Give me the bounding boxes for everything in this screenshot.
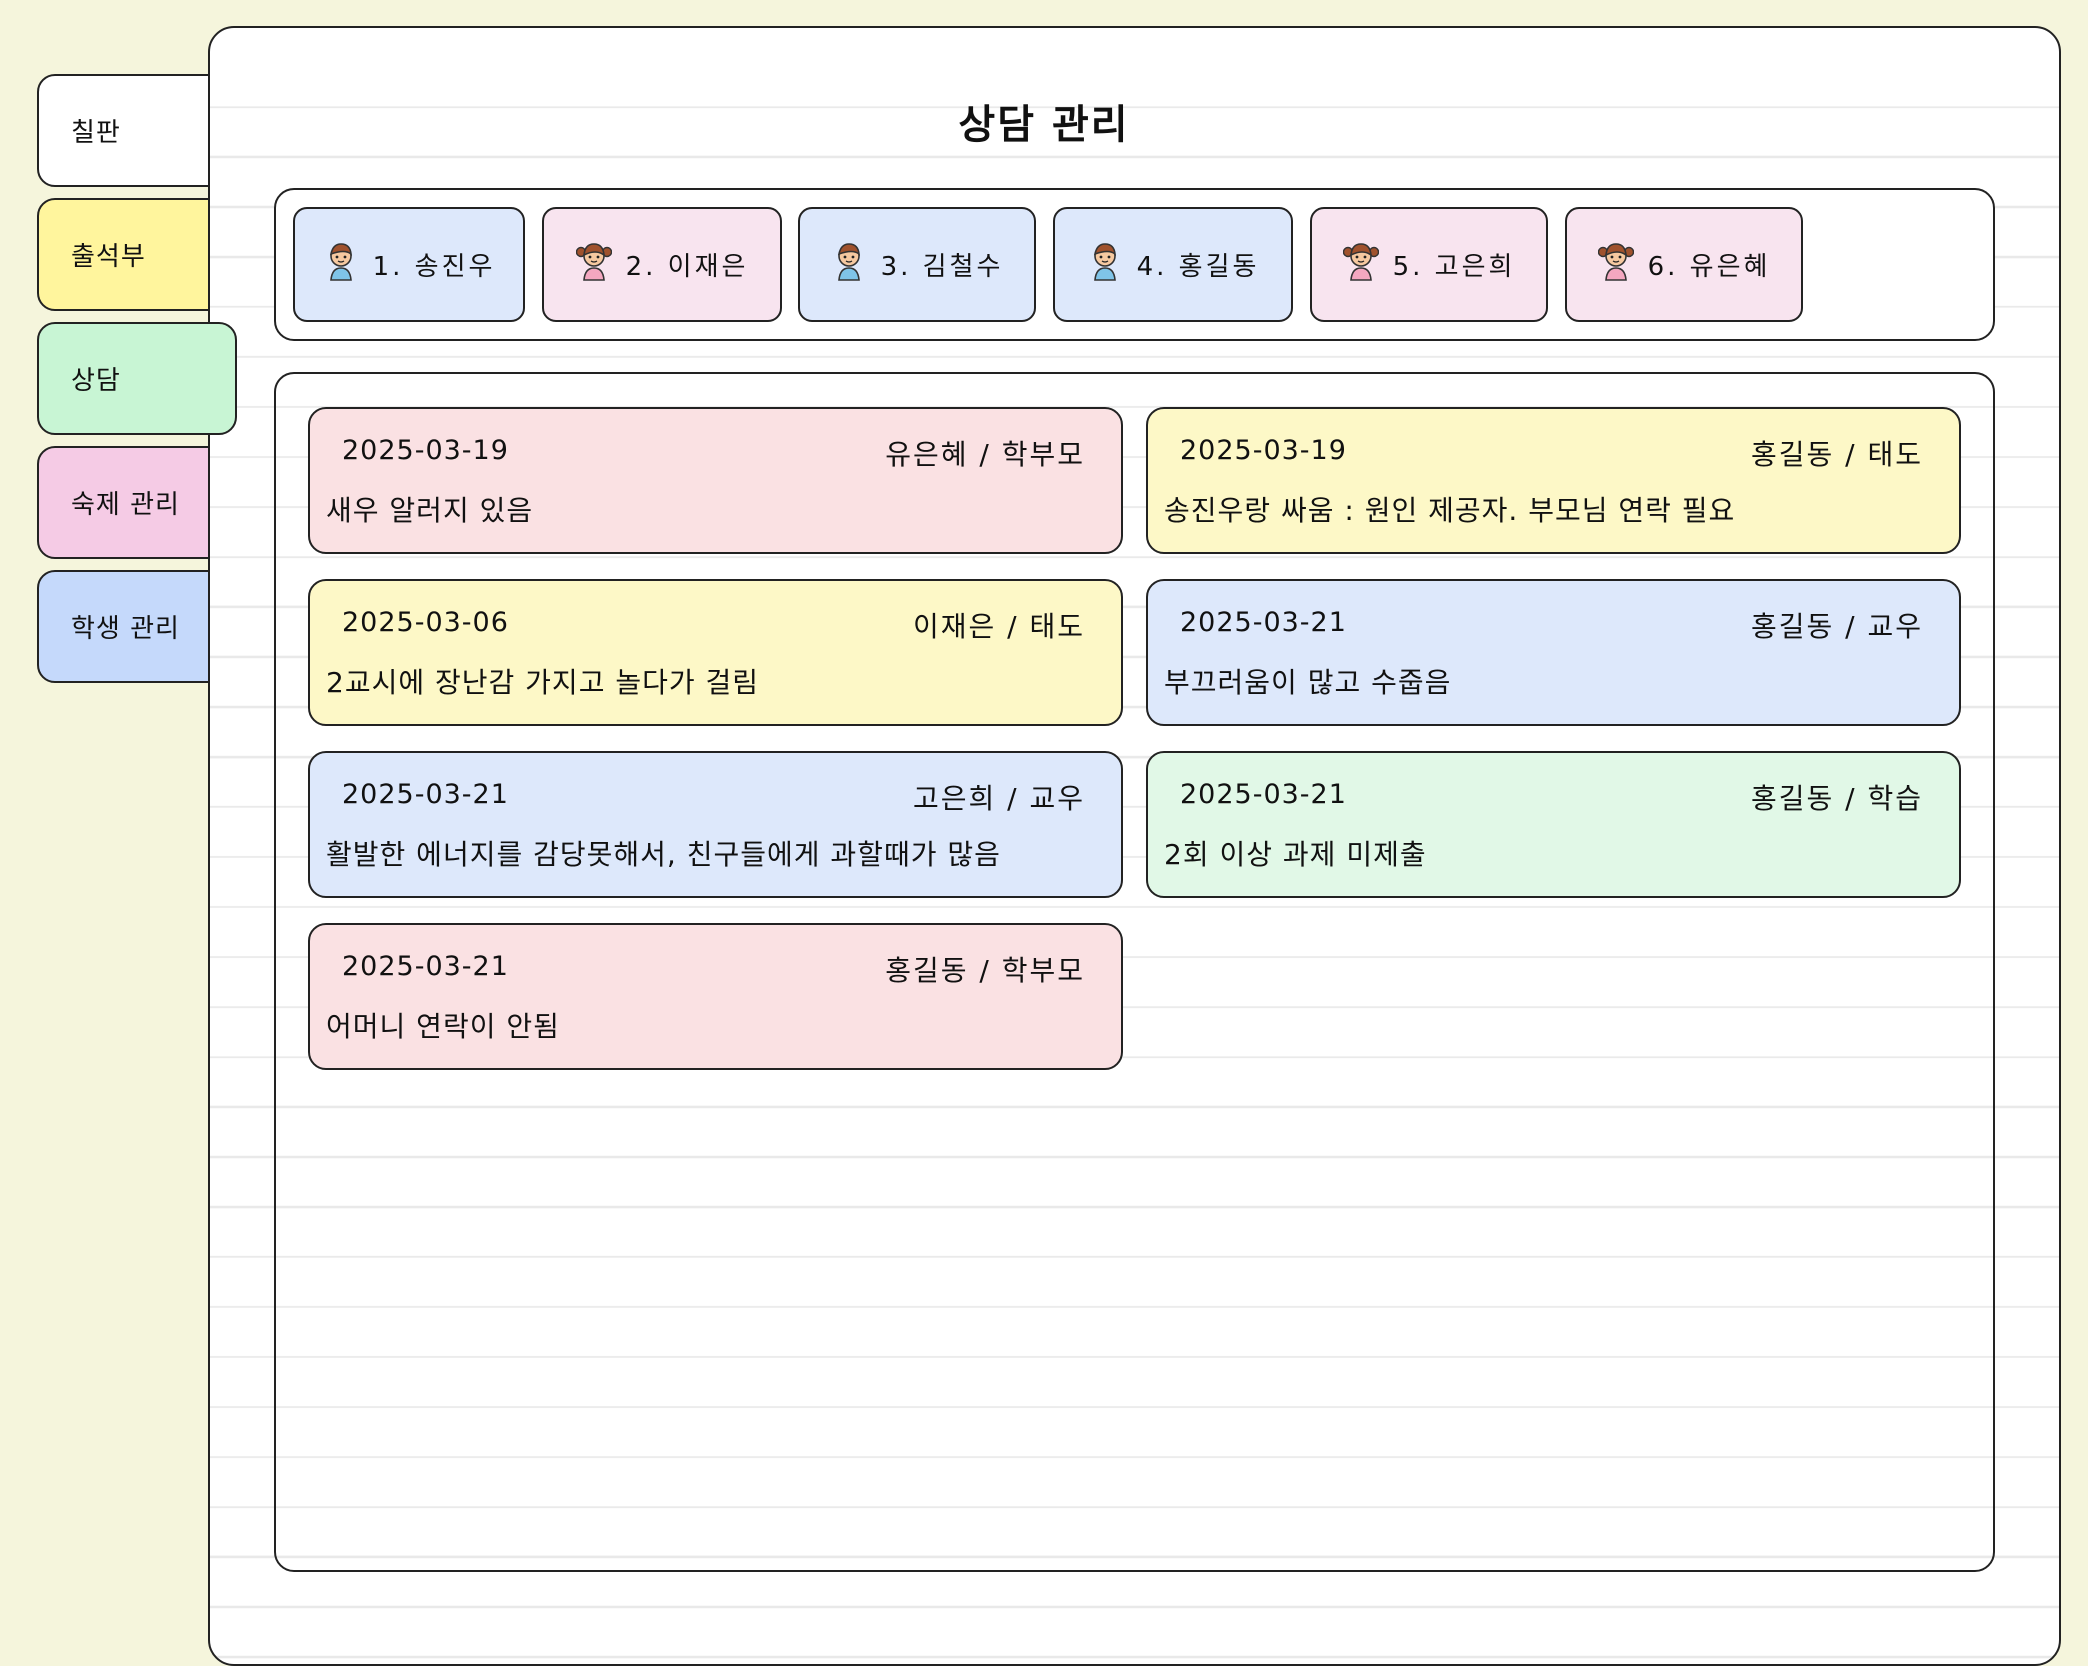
boy-icon	[831, 240, 867, 289]
tab-homework[interactable]: 숙제 관리	[37, 446, 237, 559]
student-chip[interactable]: 4. 홍길동	[1053, 207, 1293, 322]
record-student-category: 홍길동 / 학습	[1750, 782, 1923, 815]
student-name: 3. 김철수	[880, 252, 1004, 282]
record-student-category: 홍길동 / 교우	[1750, 610, 1923, 643]
record-date: 2025-03-21	[1180, 779, 1347, 810]
student-name: 1. 송진우	[372, 252, 496, 282]
student-chip[interactable]: 6. 유은혜	[1565, 207, 1803, 322]
boy-icon	[1087, 240, 1123, 289]
record-date: 2025-03-21	[1180, 607, 1347, 638]
student-name: 2. 이재은	[625, 252, 749, 282]
tab-counseling[interactable]: 상담	[37, 322, 237, 435]
student-name: 4. 홍길동	[1136, 252, 1260, 282]
student-chip[interactable]: 1. 송진우	[293, 207, 525, 322]
tab-label: 출석부	[71, 242, 146, 272]
student-chip[interactable]: 3. 김철수	[798, 207, 1036, 322]
record-student-category: 홍길동 / 학부모	[885, 954, 1085, 987]
record-memo: 부끄러움이 많고 수줍음	[1164, 666, 1452, 699]
record-card[interactable]: 2025-03-19 유은혜 / 학부모 새우 알러지 있음	[308, 407, 1123, 554]
record-card[interactable]: 2025-03-21 홍길동 / 학습 2회 이상 과제 미제출	[1146, 751, 1961, 898]
boy-icon	[323, 240, 359, 289]
record-date: 2025-03-19	[1180, 435, 1347, 466]
record-student-category: 홍길동 / 태도	[1750, 438, 1923, 471]
record-memo: 2교시에 장난감 가지고 놀다가 걸림	[326, 666, 760, 699]
record-date: 2025-03-06	[342, 607, 509, 638]
student-chip[interactable]: 2. 이재은	[542, 207, 782, 322]
record-card[interactable]: 2025-03-19 홍길동 / 태도 송진우랑 싸움 : 원인 제공자. 부모…	[1146, 407, 1961, 554]
record-card[interactable]: 2025-03-21 홍길동 / 교우 부끄러움이 많고 수줍음	[1146, 579, 1961, 726]
record-memo: 어머니 연락이 안됨	[326, 1010, 560, 1043]
student-selector: 1. 송진우 2. 이재은 3. 김철수 4. 홍길동 5. 고은희 6. 유은…	[274, 188, 1995, 341]
girl-icon	[1342, 240, 1379, 289]
counseling-records: 2025-03-19 유은혜 / 학부모 새우 알러지 있음 2025-03-1…	[274, 372, 1995, 1572]
record-date: 2025-03-19	[342, 435, 509, 466]
record-date: 2025-03-21	[342, 779, 509, 810]
record-student-category: 고은희 / 교우	[912, 782, 1085, 815]
record-student-category: 유은혜 / 학부모	[885, 438, 1085, 471]
record-card[interactable]: 2025-03-21 고은희 / 교우 활발한 에너지를 감당못해서, 친구들에…	[308, 751, 1123, 898]
tab-label: 상담	[71, 366, 121, 396]
girl-icon	[1597, 240, 1634, 289]
record-card[interactable]: 2025-03-06 이재은 / 태도 2교시에 장난감 가지고 놀다가 걸림	[308, 579, 1123, 726]
student-chip[interactable]: 5. 고은희	[1310, 207, 1548, 322]
record-student-category: 이재은 / 태도	[912, 610, 1085, 643]
student-name: 6. 유은혜	[1647, 252, 1771, 282]
record-memo: 2회 이상 과제 미제출	[1164, 838, 1427, 871]
page-title: 상담 관리	[958, 102, 1130, 148]
tab-students[interactable]: 학생 관리	[37, 570, 237, 683]
record-memo: 새우 알러지 있음	[326, 494, 534, 527]
girl-icon	[575, 240, 612, 289]
record-card[interactable]: 2025-03-21 홍길동 / 학부모 어머니 연락이 안됨	[308, 923, 1123, 1070]
record-date: 2025-03-21	[342, 951, 509, 982]
student-name: 5. 고은희	[1392, 252, 1516, 282]
tab-attendance[interactable]: 출석부	[37, 198, 237, 311]
tab-label: 학생 관리	[71, 614, 180, 644]
record-memo: 송진우랑 싸움 : 원인 제공자. 부모님 연락 필요	[1164, 494, 1736, 527]
record-memo: 활발한 에너지를 감당못해서, 친구들에게 과할때가 많음	[326, 838, 1001, 871]
tab-label: 숙제 관리	[71, 490, 180, 520]
